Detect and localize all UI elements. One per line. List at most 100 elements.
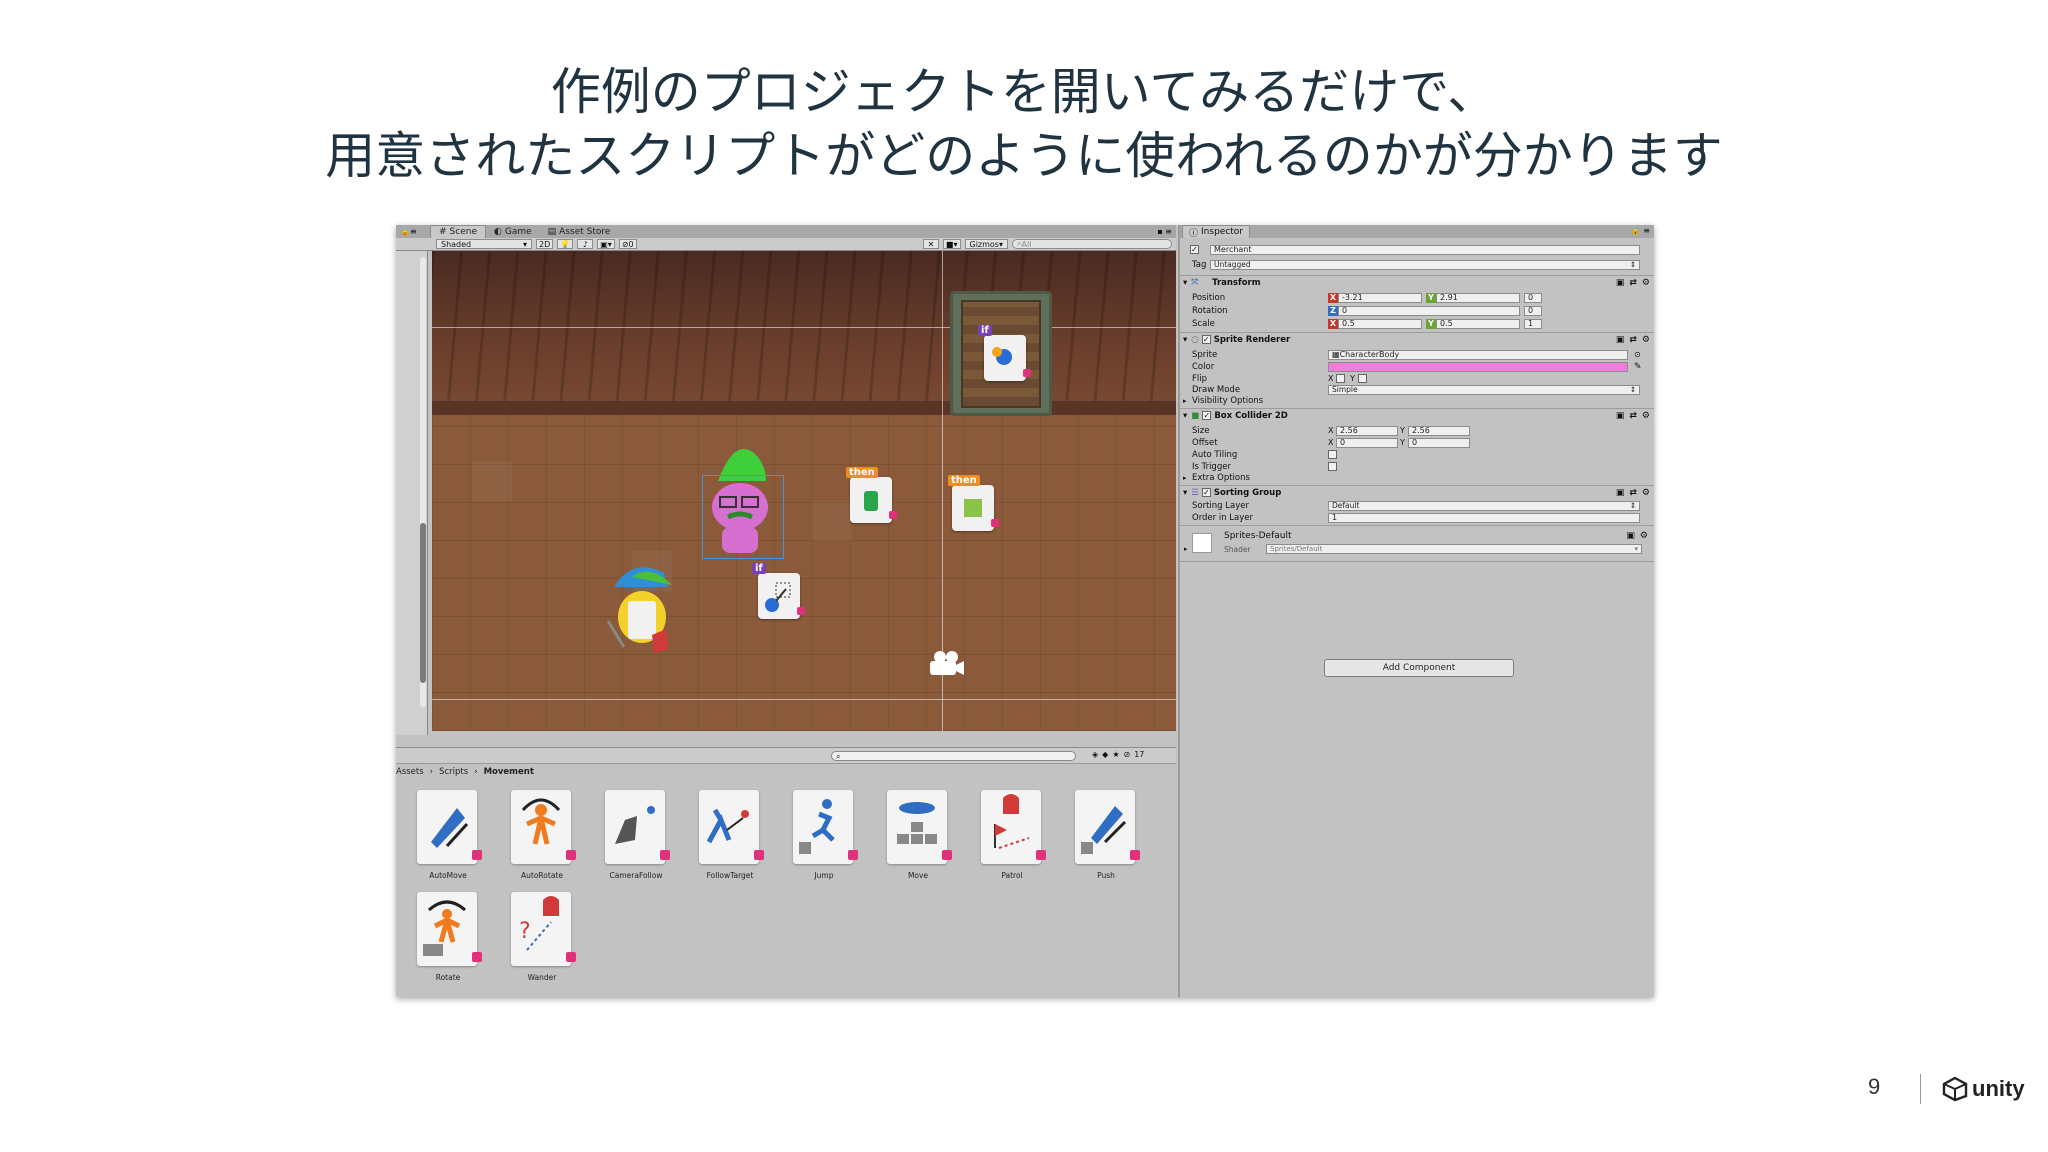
gear-icon[interactable]: ⚙ [1642, 335, 1650, 345]
book-icon[interactable]: ▣ [1616, 488, 1625, 498]
is-trigger-checkbox[interactable] [1328, 462, 1337, 471]
asset-autorotate[interactable]: AutoRotate [502, 790, 582, 890]
position-x-field[interactable]: -3.21 [1338, 292, 1422, 303]
project-search-input[interactable]: ⌕ [831, 751, 1076, 761]
favorite-icon[interactable]: ★ [1112, 750, 1119, 759]
sorting-layer-dropdown[interactable]: Default ⇕ [1328, 500, 1640, 511]
size-x-field[interactable]: 2.56 [1336, 425, 1398, 436]
book-icon[interactable]: ▣ [1616, 411, 1625, 421]
auto-tiling-checkbox[interactable] [1328, 450, 1337, 459]
tools-icon[interactable]: ✕ [922, 239, 939, 249]
flip-x-checkbox[interactable] [1336, 374, 1345, 383]
order-in-layer-field[interactable]: 1 [1328, 512, 1640, 523]
asset-patrol[interactable]: Patrol [972, 790, 1052, 890]
scale-y-field[interactable]: 0.5 [1436, 318, 1520, 329]
asset-wander[interactable]: ? Wander [502, 892, 582, 992]
flip-y-checkbox[interactable] [1358, 374, 1367, 383]
tab-asset-store[interactable]: ▤ Asset Store [540, 225, 619, 238]
tab-inspector[interactable]: ⓘ Inspector [1182, 225, 1250, 239]
tab-game[interactable]: ◐ Game [486, 225, 540, 238]
asset-jump[interactable]: Jump [784, 790, 864, 890]
scene-search-input[interactable]: ⌕ All [1012, 239, 1172, 249]
gear-icon[interactable]: ⚙ [1642, 411, 1650, 421]
action-script-card[interactable]: then [948, 475, 999, 531]
shading-dropdown[interactable]: Shaded ▾ [436, 239, 532, 249]
breadcrumb-assets[interactable]: Assets [396, 767, 424, 779]
visibility-options-row[interactable]: ▸ Visibility Options [1180, 394, 1654, 407]
preset-icon[interactable]: ⇄ [1629, 278, 1637, 288]
audio-icon[interactable]: ♪ [577, 239, 594, 249]
asset-push[interactable]: Push [1066, 790, 1146, 890]
scene-horizontal-scrollbar[interactable] [396, 735, 1176, 747]
transform-header[interactable]: ▾ ⤧ Transform ▣ ⇄ ⚙ [1180, 275, 1654, 289]
breadcrumb-movement[interactable]: Movement [484, 767, 534, 779]
hidden-count-icon[interactable]: ⊘ [1123, 750, 1130, 759]
sprite-renderer-enabled-checkbox[interactable]: ✓ [1201, 335, 1211, 344]
hidden-count-button[interactable]: ⊘ 0 [618, 239, 637, 249]
book-icon[interactable]: ▣ [1626, 531, 1635, 541]
breadcrumb-scripts[interactable]: Scripts [439, 767, 468, 779]
book-icon[interactable]: ▣ [1616, 278, 1625, 288]
filter-type-icon[interactable]: ◈ [1092, 750, 1098, 759]
lock-icon[interactable]: 🔒≡ [396, 227, 430, 236]
foldout-arrow-icon: ▾ [1183, 277, 1188, 288]
object-name-field[interactable]: Merchant [1210, 244, 1640, 255]
camera-gizmo-icon[interactable] [922, 649, 966, 679]
position-y-field[interactable]: 2.91 [1436, 292, 1520, 303]
preset-icon[interactable]: ⇄ [1629, 411, 1637, 421]
adventurer-character[interactable] [602, 557, 682, 661]
sorting-group-enabled-checkbox[interactable]: ✓ [1201, 488, 1211, 497]
asset-move[interactable]: Move [878, 790, 958, 890]
sorting-group-header[interactable]: ▾ ☰ ✓ Sorting Group ▣ ⇄ ⚙ [1180, 485, 1654, 499]
position-z-field[interactable]: 0 [1524, 292, 1542, 303]
tag-dropdown[interactable]: Untagged ⇕ [1210, 259, 1640, 270]
scale-z-field[interactable]: 1 [1524, 318, 1542, 329]
sprite-field[interactable]: ▦ CharacterBody [1328, 349, 1628, 360]
foldout-arrow-icon[interactable]: ▸ [1184, 545, 1188, 553]
asset-rotate[interactable]: Rotate [408, 892, 488, 992]
offset-y-field[interactable]: 0 [1408, 437, 1470, 448]
rotation-field[interactable]: 0 [1338, 305, 1520, 316]
box-collider-enabled-checkbox[interactable]: ✓ [1202, 411, 1212, 420]
panel-menu-icon[interactable]: 🔒 ≡ [1631, 226, 1650, 235]
gear-icon[interactable]: ⚙ [1640, 531, 1648, 541]
mode-2d-button[interactable]: 2D [536, 239, 554, 249]
preset-icon[interactable]: ⇄ [1629, 488, 1637, 498]
condition-script-card[interactable]: if [978, 325, 1031, 381]
rotation-extra-field[interactable]: 0 [1524, 305, 1542, 316]
sorting-group-title: Sorting Group [1213, 487, 1282, 498]
scale-x-field[interactable]: 0.5 [1338, 318, 1422, 329]
asset-camerafollow[interactable]: CameraFollow [596, 790, 676, 890]
extra-options-row[interactable]: ▸ Extra Options [1180, 471, 1654, 484]
camera-settings-icon[interactable]: ■▾ [942, 239, 961, 249]
color-field[interactable] [1328, 361, 1628, 372]
gear-icon[interactable]: ⚙ [1642, 278, 1650, 288]
box-collider-header[interactable]: ▾ ■ ✓ Box Collider 2D ▣ ⇄ ⚙ [1180, 408, 1654, 422]
light-icon[interactable]: 💡 [557, 239, 574, 249]
asset-automove[interactable]: AutoMove [408, 790, 488, 890]
gizmos-dropdown[interactable]: Gizmos ▾ [964, 239, 1008, 249]
panel-menu-icon[interactable]: ▪ ≡ [1157, 227, 1172, 236]
effects-icon[interactable]: ▣▾ [597, 239, 615, 249]
scale-label: Scale [1192, 318, 1215, 329]
tab-scene[interactable]: # Scene [430, 225, 486, 238]
book-icon[interactable]: ▣ [1616, 335, 1625, 345]
sprite-renderer-header[interactable]: ▾ ◌ ✓ Sprite Renderer ▣ ⇄ ⚙ [1180, 332, 1654, 346]
draw-mode-dropdown[interactable]: Simple ⇕ [1328, 384, 1640, 395]
gear-icon[interactable]: ⚙ [1642, 488, 1650, 498]
scene-viewport[interactable]: if then then if [432, 251, 1176, 731]
eyedropper-icon[interactable]: ✎ [1634, 362, 1642, 372]
asset-followtarget[interactable]: FollowTarget [690, 790, 770, 890]
size-y-field[interactable]: 2.56 [1408, 425, 1470, 436]
shader-dropdown[interactable]: Sprites/Default ▾ [1266, 544, 1642, 554]
action-script-card[interactable]: then [846, 467, 897, 523]
condition-script-card[interactable]: if [752, 563, 805, 619]
preset-icon[interactable]: ⇄ [1629, 335, 1637, 345]
active-checkbox[interactable]: ✓ [1190, 245, 1199, 254]
offset-x-field[interactable]: 0 [1336, 437, 1398, 448]
scrollbar-thumb[interactable] [420, 523, 426, 683]
component-actions: ▣ ⇄ ⚙ [1616, 488, 1650, 498]
filter-label-icon[interactable]: ◆ [1102, 750, 1108, 759]
object-picker-icon[interactable]: ⊙ [1634, 350, 1641, 359]
add-component-button[interactable]: Add Component [1324, 659, 1514, 677]
